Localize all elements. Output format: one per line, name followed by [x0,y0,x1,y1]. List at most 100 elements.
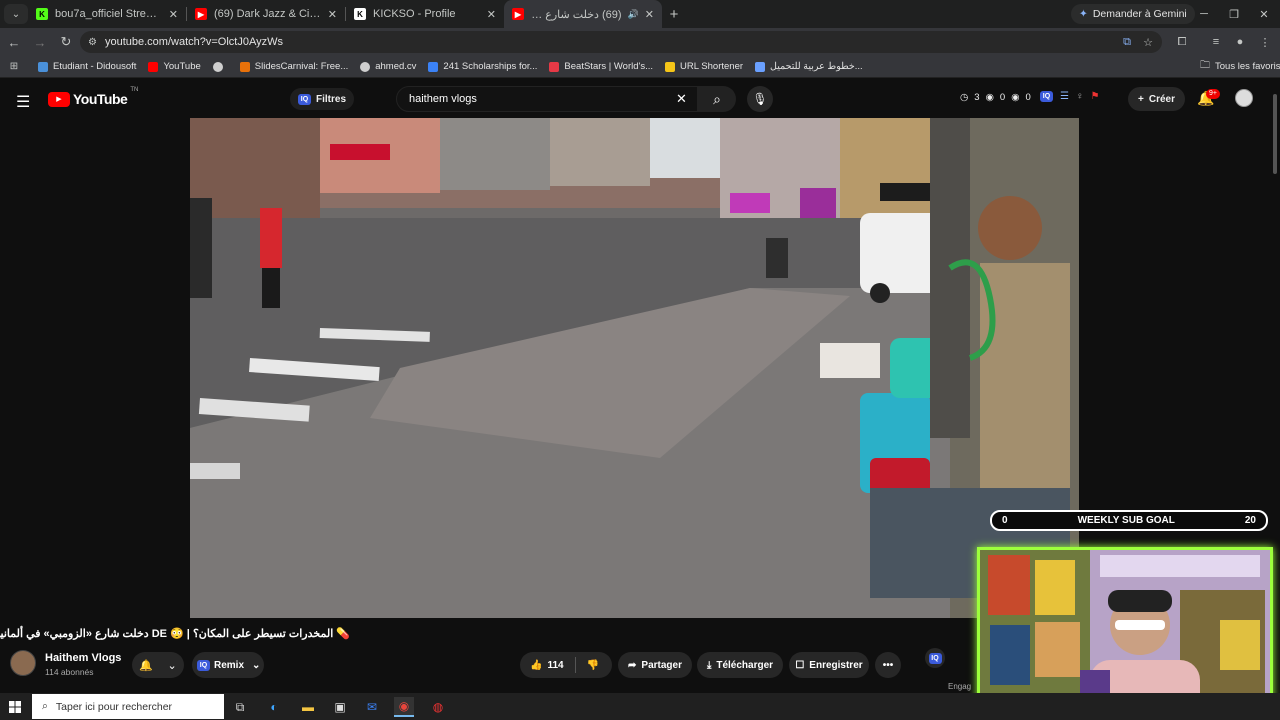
clock-icon: ◷ [960,92,969,103]
restore-button[interactable]: ❐ [1218,0,1250,28]
bookmark-item[interactable]: Etudiant - Didousoft [38,61,136,72]
like-icon[interactable]: 👍 [530,660,542,671]
bookmark-item[interactable]: BeatStars | World's... [549,61,653,72]
tab-4-active[interactable]: ▶ (69) دخلت شارع «الزومبي» فـ 🔊 ✕ [504,0,662,28]
reload-button[interactable]: ↻ [54,30,78,54]
bookmark-item[interactable]: URL Shortener [665,61,743,72]
search-input[interactable]: haithem vlogs [396,86,698,112]
profile-avatar-icon[interactable]: ● [1230,32,1250,52]
search-button[interactable]: ⌕ [698,86,736,112]
menu-icon[interactable]: ☰ [16,92,30,112]
forward-button[interactable]: → [28,30,52,54]
bookmark-item[interactable] [212,61,228,72]
remix-label: Remix [214,659,245,671]
iq-icon[interactable]: IQ [1040,91,1053,102]
close-icon[interactable]: ✕ [645,8,654,21]
clear-search-icon[interactable]: ✕ [676,91,687,107]
engage-button[interactable]: IQ [925,648,945,668]
store-icon[interactable]: ▣ [330,697,350,717]
share-label: Partager [641,659,682,671]
share-button[interactable]: ➦ Partager [618,652,692,678]
all-bookmarks[interactable]: 🗀 Tous les favoris [1200,58,1280,75]
tab-1[interactable]: K bou7a_officiel Stream - Watch ✕ [28,0,186,28]
mic-icon: 🎙 [752,92,768,106]
bookmark-label: URL Shortener [680,61,744,72]
gemini-button[interactable]: ✦ Demander à Gemini [1071,4,1195,24]
youtube-play-icon: ▶ [48,91,70,107]
translate-icon[interactable]: ⧉ [1117,32,1137,52]
edge-icon[interactable]: ◐ [264,697,284,717]
video-frame [190,118,1079,618]
list-icon[interactable]: ☰ [1060,91,1069,102]
channel-name[interactable]: Haithem Vlogs [45,652,121,664]
alert-icon[interactable]: ⚑ [1090,91,1099,102]
account-avatar[interactable] [1235,89,1253,107]
mail-icon[interactable]: ✉ [362,697,382,717]
plus-icon: + [1138,93,1144,105]
stat-value: 0 [999,92,1006,103]
create-button[interactable]: + Créer [1128,87,1185,111]
youtube-icon [148,61,159,72]
bookmark-item[interactable]: YouTube [148,61,201,72]
search-value: haithem vlogs [409,93,477,105]
tab-2[interactable]: ▶ (69) Dark Jazz & Cinematic Trip ✕ [187,0,345,28]
goal-target: 20 [1244,515,1256,526]
tab-title: (69) دخلت شارع «الزومبي» فـ [531,8,622,21]
minimize-button[interactable]: ─ [1188,0,1220,28]
taskbar: ⌕ Taper ici pour rechercher ⧉ ◐ ▬ ▣ ✉ ◉ … [0,693,1280,720]
new-tab-button[interactable]: + [662,6,686,23]
eye-icon: ◉ [985,92,994,103]
dislike-icon[interactable]: 👎 [587,660,599,671]
kickso-icon: K [354,8,366,20]
bookmark-item[interactable]: خطوط عربية للتحميل... [755,61,863,72]
tab-search-icon[interactable]: ⌄ [4,4,28,24]
bookmark-item[interactable]: 241 Scholarships for... [428,61,537,72]
bookmark-star-icon[interactable]: ☆ [1138,32,1158,52]
tab-title: (69) Dark Jazz & Cinematic Trip [214,8,322,20]
audio-icon[interactable]: 🔊 [628,9,639,20]
apps-icon[interactable]: ⊞ [0,61,28,72]
voice-search-button[interactable]: 🎙 [747,86,773,112]
bookmark-icon [38,61,48,72]
window-close-button[interactable]: ✕ [1248,0,1280,28]
extensions-icon[interactable]: ⧠ [1172,32,1192,52]
subscriber-count: 114 abonnés [45,667,94,677]
save-button[interactable]: ☐ Enregistrer [789,652,869,678]
task-view-icon[interactable]: ⧉ [230,697,250,717]
windows-start-icon[interactable] [0,693,30,720]
site-info-icon[interactable]: ⚙ [88,37,97,48]
iq-icon: IQ [197,659,210,671]
tab-title: KICKSO - Profile [373,8,456,20]
scrollbar-thumb[interactable] [1273,94,1277,174]
close-icon[interactable]: ✕ [328,8,337,21]
file-explorer-icon[interactable]: ▬ [298,697,318,717]
create-label: Créer [1148,93,1175,105]
subscription-bell-button[interactable]: 🔔 ⌄ [132,652,184,678]
close-icon[interactable]: ✕ [487,8,496,21]
remix-button[interactable]: IQ Remix ⌄ [192,652,264,678]
save-icon: ☐ [795,659,805,671]
close-icon[interactable]: ✕ [169,8,178,21]
video-player[interactable] [190,118,1079,618]
media-control-icon[interactable]: ≡ [1206,32,1226,52]
bookmark-label: ahmed.cv [375,61,417,72]
bookmark-item[interactable]: SlidesCarnival: Free... [239,61,348,72]
back-button[interactable]: ← [2,30,26,54]
youtube-logo[interactable]: ▶ YouTube TN [48,87,138,107]
browser-menu-icon[interactable]: ⋮ [1255,32,1275,52]
search-icon: ⌕ [713,90,721,107]
chrome-icon[interactable]: ◉ [394,697,414,717]
tab-3[interactable]: K KICKSO - Profile ✕ [346,0,504,28]
video-title: 💊 المخدرات تسيطر على المكان؟ | 😳 DE دخلت… [0,628,350,640]
obs-icon[interactable]: ◍ [428,697,448,717]
taskbar-search-input[interactable]: ⌕ Taper ici pour rechercher [32,694,224,719]
bookmark-item[interactable]: ahmed.cv [360,61,416,72]
person-icon[interactable]: ♀ [1076,91,1084,102]
channel-avatar[interactable] [10,650,36,676]
tab-title: bou7a_officiel Stream - Watch [55,8,163,20]
download-button[interactable]: ⤓ Télécharger [697,652,783,678]
bookmark-icon [755,61,766,72]
more-actions-button[interactable]: ••• [875,652,901,678]
filters-button[interactable]: IQ Filtres [290,88,355,110]
address-bar[interactable]: ⚙ youtube.com/watch?v=OlctJ0AyzWs [80,31,1162,53]
